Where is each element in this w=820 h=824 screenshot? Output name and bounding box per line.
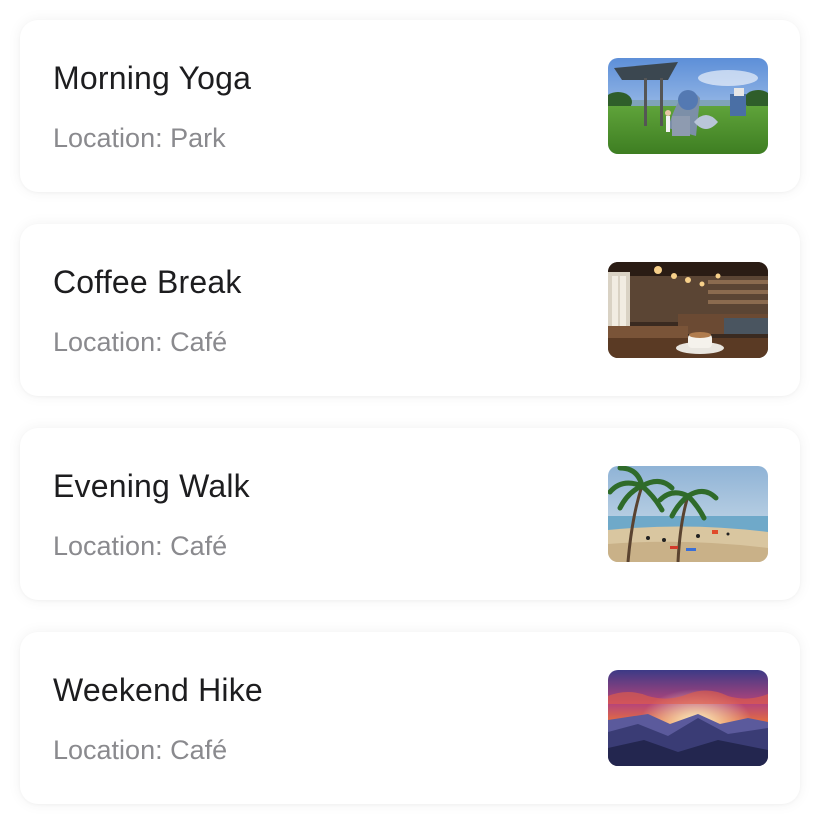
- mountain-sunset-photo: [608, 670, 768, 766]
- event-card-morning-yoga[interactable]: Morning Yoga Location: Park: [20, 20, 800, 192]
- event-title: Coffee Break: [53, 264, 242, 300]
- tropical-beach-photo: [608, 466, 768, 562]
- event-location: Location: Café: [53, 327, 228, 357]
- event-card-coffee-break[interactable]: Coffee Break Location: Café: [20, 224, 800, 396]
- event-title: Weekend Hike: [53, 672, 263, 708]
- event-card-evening-walk[interactable]: Evening Walk Location: Café: [20, 428, 800, 600]
- park-playground-photo: [608, 58, 768, 154]
- event-title: Evening Walk: [53, 468, 250, 504]
- event-location: Location: Café: [53, 735, 228, 765]
- event-list: Morning Yoga Location: Park Coffee Break…: [0, 0, 820, 824]
- event-location: Location: Park: [53, 123, 226, 153]
- cafe-interior-photo: [608, 262, 768, 358]
- event-title: Morning Yoga: [53, 60, 252, 96]
- event-card-weekend-hike[interactable]: Weekend Hike Location: Café: [20, 632, 800, 804]
- event-location: Location: Café: [53, 531, 228, 561]
